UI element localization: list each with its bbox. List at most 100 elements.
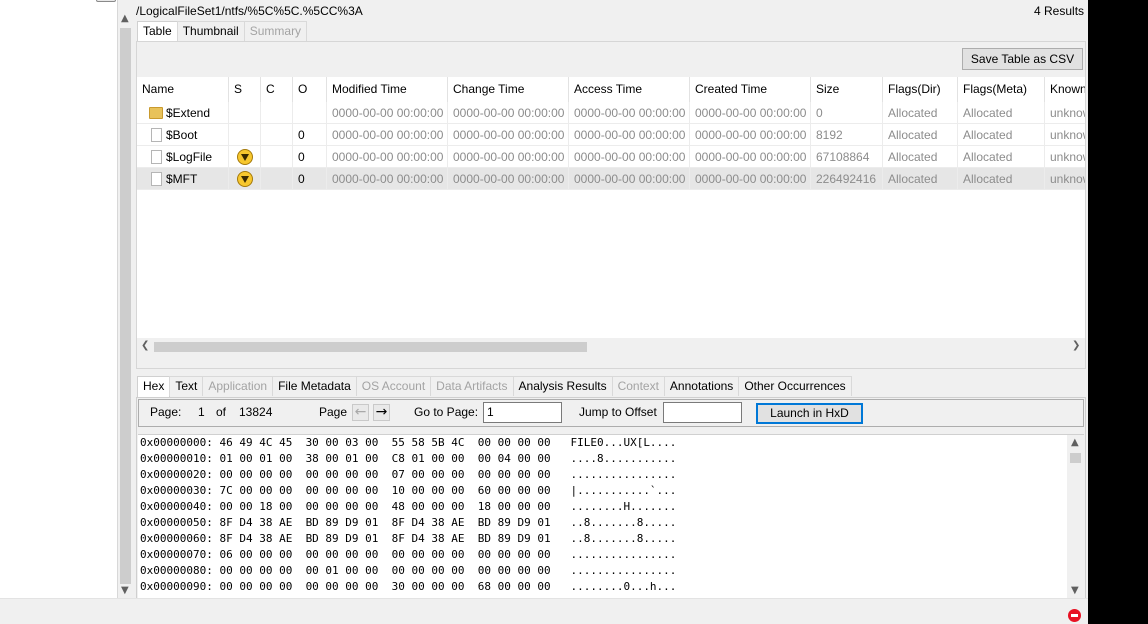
cell-comment xyxy=(261,168,293,190)
scroll-up-arrow-icon[interactable]: ▲ xyxy=(121,14,129,24)
column-header-name[interactable]: Name xyxy=(137,77,229,102)
result-path: /LogicalFileSet1/ntfs/%5C%5C.%5CC%3A xyxy=(136,4,363,18)
status-bar xyxy=(0,598,1088,624)
file-icon xyxy=(151,150,162,164)
scroll-down-arrow-icon[interactable]: ▼ xyxy=(1071,586,1079,596)
result-viewer-tabs: Table Thumbnail Summary xyxy=(137,21,308,42)
hex-vertical-scrollbar[interactable]: ▲ ▼ xyxy=(1067,435,1084,599)
cell-flags-meta: Allocated xyxy=(958,168,1045,190)
hex-line: 0x00000090: 00 00 00 00 00 00 00 00 30 0… xyxy=(140,580,677,593)
cell-access-time: 0000-00-00 00:00:00 xyxy=(569,168,690,190)
directory-tree-pane[interactable] xyxy=(0,0,117,598)
page-label: Page: xyxy=(150,405,182,419)
cell-occurrences: 0 xyxy=(293,124,327,146)
cell-modified-time: 0000-00-00 00:00:00 xyxy=(327,146,448,168)
tab-annotations[interactable]: Annotations xyxy=(663,376,740,396)
column-header-created-time[interactable]: Created Time xyxy=(690,77,811,102)
column-header-occurrences[interactable]: O xyxy=(293,77,327,102)
hex-line: 0x00000080: 00 00 00 00 00 01 00 00 00 0… xyxy=(140,564,677,577)
table-horizontal-scrollbar[interactable]: ❮ ❯ xyxy=(137,338,1085,355)
cell-comment xyxy=(261,124,293,146)
tab-hex[interactable]: Hex xyxy=(137,376,171,397)
cell-modified-time: 0000-00-00 00:00:00 xyxy=(327,168,448,190)
tab-data-artifacts[interactable]: Data Artifacts xyxy=(430,376,514,396)
previous-page-button[interactable]: ← xyxy=(352,404,369,421)
cell-flags-dir: Allocated xyxy=(883,124,958,146)
go-to-page-input[interactable]: 1 xyxy=(483,402,562,423)
table-header: Name S C O Modified Time Change Time Acc… xyxy=(137,77,1085,102)
cell-created-time: 0000-00-00 00:00:00 xyxy=(690,124,811,146)
column-header-flags-meta[interactable]: Flags(Meta) xyxy=(958,77,1045,102)
scroll-left-arrow-icon[interactable]: ❮ xyxy=(141,341,149,351)
page-nav-label: Page xyxy=(319,405,348,419)
table-row[interactable]: $LogFile 0 0000-00-00 00:00:00 0000-00-0… xyxy=(137,146,1085,168)
cell-size: 8192 xyxy=(811,124,883,146)
tree-node-toggle[interactable] xyxy=(96,0,116,2)
table-row[interactable]: $Boot 0 0000-00-00 00:00:00 0000-00-00 0… xyxy=(137,124,1085,146)
column-header-flags-dir[interactable]: Flags(Dir) xyxy=(883,77,958,102)
cell-flags-dir: Allocated xyxy=(883,168,958,190)
table-row[interactable]: $Extend 0000-00-00 00:00:00 0000-00-00 0… xyxy=(137,102,1085,124)
jump-to-offset-input[interactable] xyxy=(663,402,742,423)
next-page-button[interactable]: → xyxy=(373,404,390,421)
cell-score xyxy=(229,124,261,146)
column-header-change-time[interactable]: Change Time xyxy=(448,77,569,102)
score-warning-icon xyxy=(237,171,253,187)
hex-line: 0x00000060: 8F D4 38 AE BD 89 D9 01 8F D… xyxy=(140,532,677,545)
total-pages: 13824 xyxy=(239,405,273,419)
table-row[interactable]: $MFT 0 0000-00-00 00:00:00 0000-00-00 00… xyxy=(137,168,1085,190)
scroll-up-arrow-icon[interactable]: ▲ xyxy=(1071,438,1079,448)
hex-scroll-thumb[interactable] xyxy=(1070,453,1081,463)
column-header-known[interactable]: Known xyxy=(1045,77,1085,102)
tab-thumbnail[interactable]: Thumbnail xyxy=(176,21,245,41)
hex-line: 0x00000030: 7C 00 00 00 00 00 00 00 10 0… xyxy=(140,484,677,497)
cell-access-time: 0000-00-00 00:00:00 xyxy=(569,102,690,124)
tab-application[interactable]: Application xyxy=(202,376,274,396)
hex-line: 0x00000050: 8F D4 38 AE BD 89 D9 01 8F D… xyxy=(140,516,677,529)
hex-line: 0x00000070: 06 00 00 00 00 00 00 00 00 0… xyxy=(140,548,677,561)
cell-flags-dir: Allocated xyxy=(883,146,958,168)
table-scroll-thumb[interactable] xyxy=(154,342,587,352)
tab-text[interactable]: Text xyxy=(169,376,204,396)
column-header-score[interactable]: S xyxy=(229,77,261,102)
tab-os-account[interactable]: OS Account xyxy=(355,376,432,396)
launch-in-hxd-button[interactable]: Launch in HxD xyxy=(756,403,863,424)
stop-icon[interactable] xyxy=(1068,609,1081,622)
column-header-modified-time[interactable]: Modified Time xyxy=(327,77,448,102)
cell-modified-time: 0000-00-00 00:00:00 xyxy=(327,124,448,146)
tree-vertical-scrollbar[interactable]: ▲ ▼ xyxy=(117,0,133,598)
score-warning-icon xyxy=(237,149,253,165)
tab-other-occurrences[interactable]: Other Occurrences xyxy=(738,376,852,396)
cell-size: 67108864 xyxy=(811,146,883,168)
tab-table[interactable]: Table xyxy=(137,21,178,42)
cell-created-time: 0000-00-00 00:00:00 xyxy=(690,146,811,168)
cell-size: 226492416 xyxy=(811,168,883,190)
cell-change-time: 0000-00-00 00:00:00 xyxy=(448,168,569,190)
tree-scroll-thumb[interactable] xyxy=(120,28,131,584)
cell-score xyxy=(229,168,261,190)
cell-modified-time: 0000-00-00 00:00:00 xyxy=(327,102,448,124)
file-icon xyxy=(151,172,162,186)
current-page: 1 xyxy=(198,405,205,419)
tab-context[interactable]: Context xyxy=(611,376,665,396)
hex-dump-view[interactable]: 0x00000000: 46 49 4C 45 30 00 03 00 55 5… xyxy=(138,434,1084,599)
tab-file-metadata[interactable]: File Metadata xyxy=(272,376,357,396)
cell-comment xyxy=(261,102,293,124)
save-table-csv-button[interactable]: Save Table as CSV xyxy=(962,48,1083,70)
column-header-access-time[interactable]: Access Time xyxy=(569,77,690,102)
cell-created-time: 0000-00-00 00:00:00 xyxy=(690,168,811,190)
scroll-right-arrow-icon[interactable]: ❯ xyxy=(1072,341,1080,351)
cell-known: unknown xyxy=(1045,124,1085,146)
cell-flags-meta: Allocated xyxy=(958,102,1045,124)
tab-analysis-results[interactable]: Analysis Results xyxy=(512,376,613,396)
column-header-comment[interactable]: C xyxy=(261,77,293,102)
scroll-down-arrow-icon[interactable]: ▼ xyxy=(121,586,129,596)
file-icon xyxy=(151,128,162,142)
hex-line: 0x00000020: 00 00 00 00 00 00 00 00 07 0… xyxy=(140,468,677,481)
cell-flags-dir: Allocated xyxy=(883,102,958,124)
column-header-size[interactable]: Size xyxy=(811,77,883,102)
content-viewer-tabs: Hex Text Application File Metadata OS Ac… xyxy=(137,376,852,397)
cell-change-time: 0000-00-00 00:00:00 xyxy=(448,102,569,124)
cell-change-time: 0000-00-00 00:00:00 xyxy=(448,124,569,146)
tab-summary[interactable]: Summary xyxy=(243,21,308,41)
